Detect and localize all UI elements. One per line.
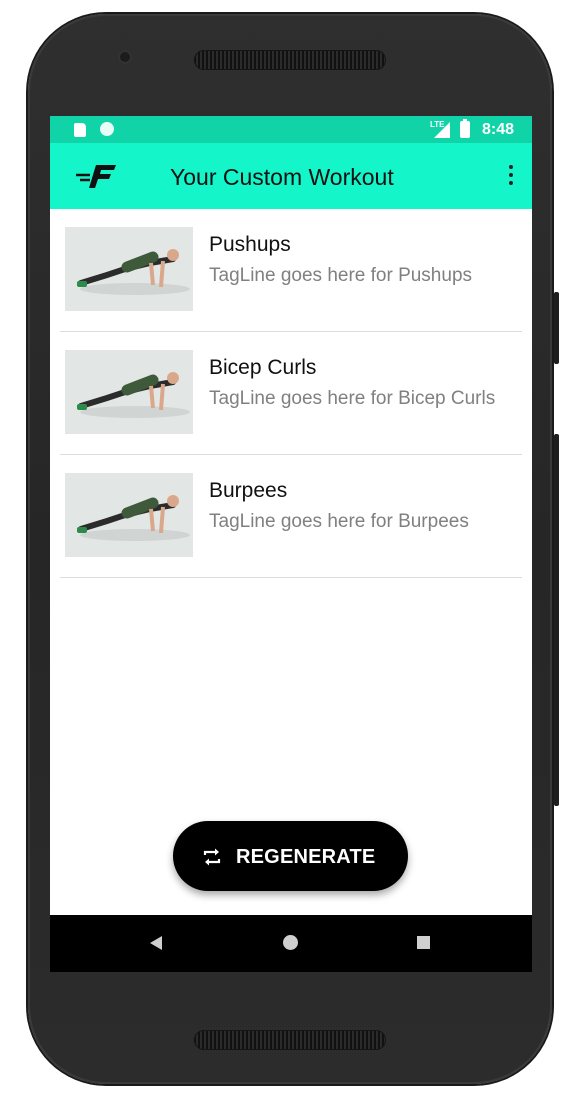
regenerate-label: REGENERATE (236, 846, 376, 868)
network-type: LTE (430, 120, 445, 129)
bottom-speaker (194, 1030, 386, 1050)
status-time: 8:48 (481, 121, 514, 138)
home-icon[interactable] (283, 935, 298, 950)
recents-icon[interactable] (417, 936, 430, 949)
list-item[interactable]: Bicep Curls TagLine goes here for Bicep … (60, 332, 522, 455)
page-title: Your Custom Workout (170, 164, 394, 190)
app-bar: Your Custom Workout (50, 143, 532, 209)
volume-button (554, 434, 559, 806)
screen: LTE 8:48 Your Custom Workout Pushups Tag… (50, 116, 532, 972)
more-vert-icon[interactable] (506, 165, 516, 189)
workout-tagline: TagLine goes here for Bicep Curls (209, 388, 496, 409)
back-icon[interactable] (150, 936, 162, 950)
sync-circle-icon (100, 122, 114, 136)
workout-title: Pushups (209, 233, 291, 256)
battery-charging-icon (460, 119, 470, 138)
list-item[interactable]: Burpees TagLine goes here for Burpees (60, 455, 522, 578)
workout-list: Pushups TagLine goes here for Pushups Bi… (50, 209, 532, 578)
pushup-photo (65, 350, 193, 434)
power-button (554, 292, 559, 364)
pushup-photo (65, 473, 193, 557)
list-item[interactable]: Pushups TagLine goes here for Pushups (60, 209, 522, 332)
workout-title: Bicep Curls (209, 356, 317, 379)
nav-bar (50, 915, 532, 972)
workout-tagline: TagLine goes here for Burpees (209, 511, 469, 532)
workout-tagline: TagLine goes here for Pushups (209, 265, 473, 286)
regenerate-button[interactable]: REGENERATE (173, 821, 408, 891)
sd-card-icon (74, 123, 86, 137)
front-camera (118, 50, 132, 64)
workout-title: Burpees (209, 479, 288, 502)
pushup-photo (65, 227, 193, 311)
top-speaker (194, 50, 386, 70)
brand-f-logo-icon[interactable] (74, 161, 118, 191)
repeat-icon (203, 848, 221, 866)
status-bar: LTE 8:48 (50, 116, 532, 143)
